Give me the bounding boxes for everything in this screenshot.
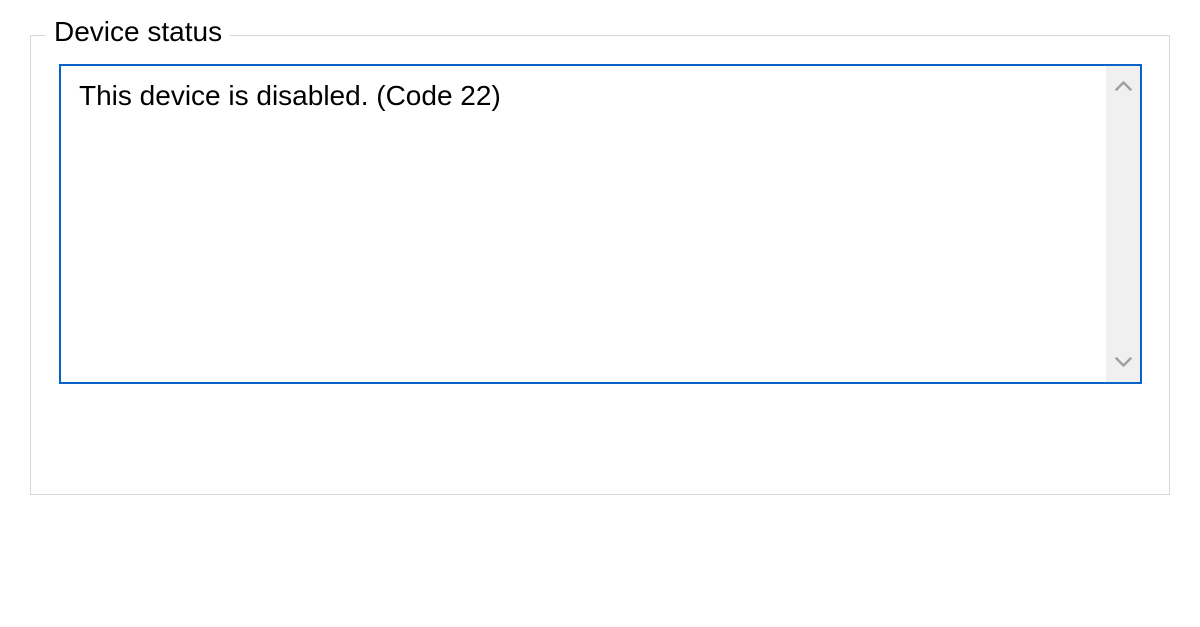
device-status-group: Device status This device is disabled. (… bbox=[30, 35, 1170, 495]
chevron-down-icon bbox=[1115, 357, 1132, 367]
scrollbar[interactable] bbox=[1106, 66, 1140, 382]
chevron-up-icon bbox=[1115, 81, 1132, 91]
device-status-textbox[interactable]: This device is disabled. (Code 22) bbox=[59, 64, 1142, 384]
device-status-legend: Device status bbox=[46, 16, 230, 48]
scroll-down-button[interactable] bbox=[1106, 342, 1140, 382]
scroll-up-button[interactable] bbox=[1106, 66, 1140, 106]
device-status-message: This device is disabled. (Code 22) bbox=[61, 66, 1106, 382]
